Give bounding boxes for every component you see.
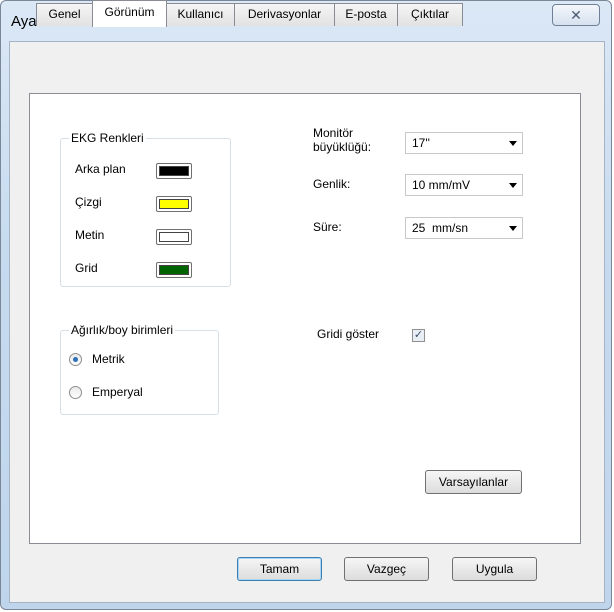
monitor-size-select[interactable]: 17'' [405, 132, 523, 154]
tab-genel[interactable]: Genel [36, 3, 93, 26]
tab-label: E-posta [345, 7, 387, 21]
defaults-button[interactable]: Varsayılanlar [425, 470, 522, 494]
apply-button[interactable]: Uygula [452, 557, 537, 581]
metric-radio[interactable] [69, 353, 82, 366]
tab-label: Çıktılar [410, 7, 449, 21]
close-button[interactable]: ✕ [552, 4, 600, 26]
grid-color-label: Grid [75, 261, 98, 275]
monitor-size-label: Monitör büyüklüğü: [313, 126, 372, 154]
chevron-down-icon [509, 226, 517, 231]
amplitude-value: 10 mm/mV [412, 178, 471, 192]
tab-label: Genel [48, 7, 81, 21]
close-icon: ✕ [570, 7, 582, 23]
line-color-label: Çizgi [75, 195, 102, 209]
units-title: Ağırlık/boy birimleri [69, 323, 176, 337]
ok-button[interactable]: Tamam [237, 557, 322, 581]
imperial-label: Emperyal [92, 385, 143, 399]
monitor-size-value: 17'' [412, 136, 430, 150]
tab-label: Görünüm [104, 5, 155, 19]
text-color-label: Metin [75, 228, 105, 242]
units-group: Ağırlık/boy birimleri [60, 323, 219, 415]
tab-kullanici[interactable]: Kullanıcı [166, 3, 235, 26]
ekg-colors-title: EKG Renkleri [69, 131, 146, 145]
chevron-down-icon [509, 183, 517, 188]
tab-gorunum[interactable]: Görünüm [92, 0, 167, 27]
duration-label: Süre: [313, 220, 342, 234]
tab-ciktilar[interactable]: Çıktılar [397, 3, 463, 26]
background-color-label: Arka plan [75, 162, 126, 176]
tab-derivasyonlar[interactable]: Derivasyonlar [234, 3, 335, 26]
tab-label: Derivasyonlar [247, 7, 322, 21]
show-grid-label: Gridi göster [317, 327, 380, 341]
amplitude-label: Genlik: [313, 177, 351, 191]
show-grid-checkbox[interactable]: ✓ [412, 329, 425, 342]
tab-label: Kullanıcı [177, 7, 224, 21]
imperial-radio[interactable] [69, 386, 82, 399]
metric-label: Metrik [92, 352, 125, 366]
line-color-swatch[interactable] [156, 196, 192, 212]
grid-color-swatch[interactable] [156, 262, 192, 278]
duration-select[interactable]: 25 mm/sn [405, 217, 523, 239]
tab-eposta[interactable]: E-posta [334, 3, 398, 26]
cancel-button[interactable]: Vazgeç [344, 557, 429, 581]
background-color-swatch[interactable] [156, 163, 192, 179]
duration-value: 25 mm/sn [412, 221, 469, 235]
chevron-down-icon [509, 141, 517, 146]
text-color-swatch[interactable] [156, 229, 192, 245]
amplitude-select[interactable]: 10 mm/mV [405, 174, 523, 196]
checkmark-icon: ✓ [413, 329, 424, 341]
